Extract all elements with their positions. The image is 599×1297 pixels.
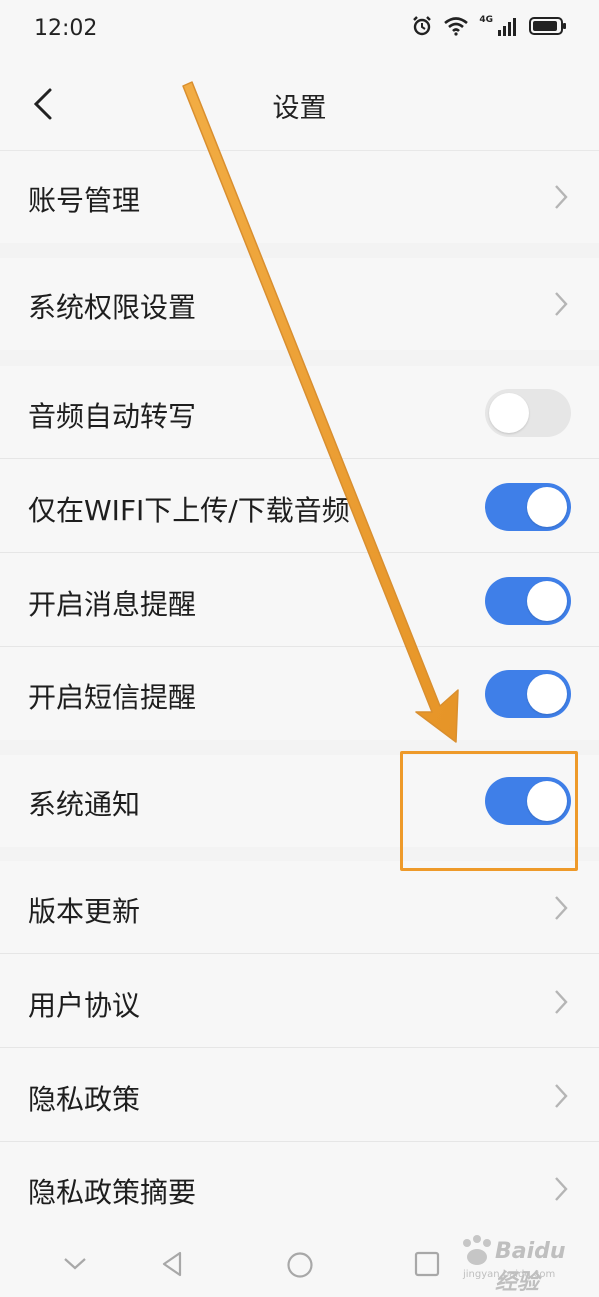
header-bar: 设置	[0, 58, 599, 151]
home-nav-icon[interactable]	[286, 1251, 314, 1279]
settings-item-user-agreement[interactable]: 用户协议	[0, 954, 599, 1048]
status-time: 12:02	[34, 16, 98, 41]
settings-item-permissions[interactable]: 系统权限设置	[0, 258, 599, 350]
audio-transcribe-toggle[interactable]	[485, 389, 571, 437]
network-type-label: 4G	[479, 15, 493, 25]
hide-keyboard-icon[interactable]	[62, 1256, 88, 1272]
chevron-right-icon	[555, 1177, 568, 1201]
toggle-knob	[489, 393, 529, 433]
settings-item-sms-reminder: 开启短信提醒	[0, 647, 599, 740]
settings-item-label: 用户协议	[28, 989, 141, 1022]
settings-item-label: 仅在WIFI下上传/下载音频	[28, 494, 350, 527]
chevron-right-icon	[555, 896, 568, 920]
settings-item-label: 音频自动转写	[28, 400, 197, 433]
settings-item-label: 系统权限设置	[28, 291, 197, 324]
baidu-paw-logo-icon	[463, 1235, 491, 1265]
sms-reminder-toggle[interactable]	[485, 670, 571, 718]
battery-icon	[529, 17, 566, 35]
settings-item-label: 开启短信提醒	[28, 681, 197, 714]
chevron-right-icon	[555, 1084, 568, 1108]
settings-item-account[interactable]: 账号管理	[0, 151, 599, 243]
settings-item-version-update[interactable]: 版本更新	[0, 861, 599, 954]
watermark-url: jingyan.baidu.com	[463, 1269, 556, 1280]
annotation-highlight-box	[400, 751, 578, 871]
chevron-right-icon	[555, 185, 568, 209]
watermark-brand: Baidu 经验	[495, 1239, 566, 1295]
settings-item-privacy-policy[interactable]: 隐私政策	[0, 1048, 599, 1142]
baidu-jingyan-watermark: Baidu 经验 jingyan.baidu.com	[457, 1233, 567, 1295]
settings-item-label: 账号管理	[28, 184, 141, 217]
message-reminder-toggle[interactable]	[485, 577, 571, 625]
page-title: 设置	[272, 93, 327, 124]
back-nav-icon[interactable]	[160, 1250, 184, 1278]
settings-item-message-reminder: 开启消息提醒	[0, 553, 599, 647]
status-icons: 4G	[411, 15, 567, 37]
settings-item-label: 版本更新	[28, 895, 141, 928]
toggle-knob	[527, 674, 567, 714]
signal-icon	[498, 18, 516, 36]
status-bar: 12:02 4G	[0, 0, 599, 58]
chevron-right-icon	[555, 990, 568, 1014]
alarm-icon	[413, 16, 432, 36]
recents-nav-icon[interactable]	[414, 1251, 440, 1277]
wifi-only-toggle[interactable]	[485, 483, 571, 531]
toggle-knob	[527, 581, 567, 621]
settings-item-wifi-only: 仅在WIFI下上传/下载音频	[0, 459, 599, 553]
settings-item-label: 系统通知	[28, 788, 141, 821]
settings-item-audio-transcribe: 音频自动转写	[0, 366, 599, 459]
settings-item-label: 隐私政策摘要	[28, 1176, 197, 1209]
settings-item-label: 开启消息提醒	[28, 588, 197, 621]
settings-item-privacy-summary[interactable]: 隐私政策摘要	[0, 1142, 599, 1230]
wifi-icon	[444, 17, 469, 36]
chevron-right-icon	[555, 292, 568, 316]
settings-item-label: 隐私政策	[28, 1083, 141, 1116]
toggle-knob	[527, 487, 567, 527]
